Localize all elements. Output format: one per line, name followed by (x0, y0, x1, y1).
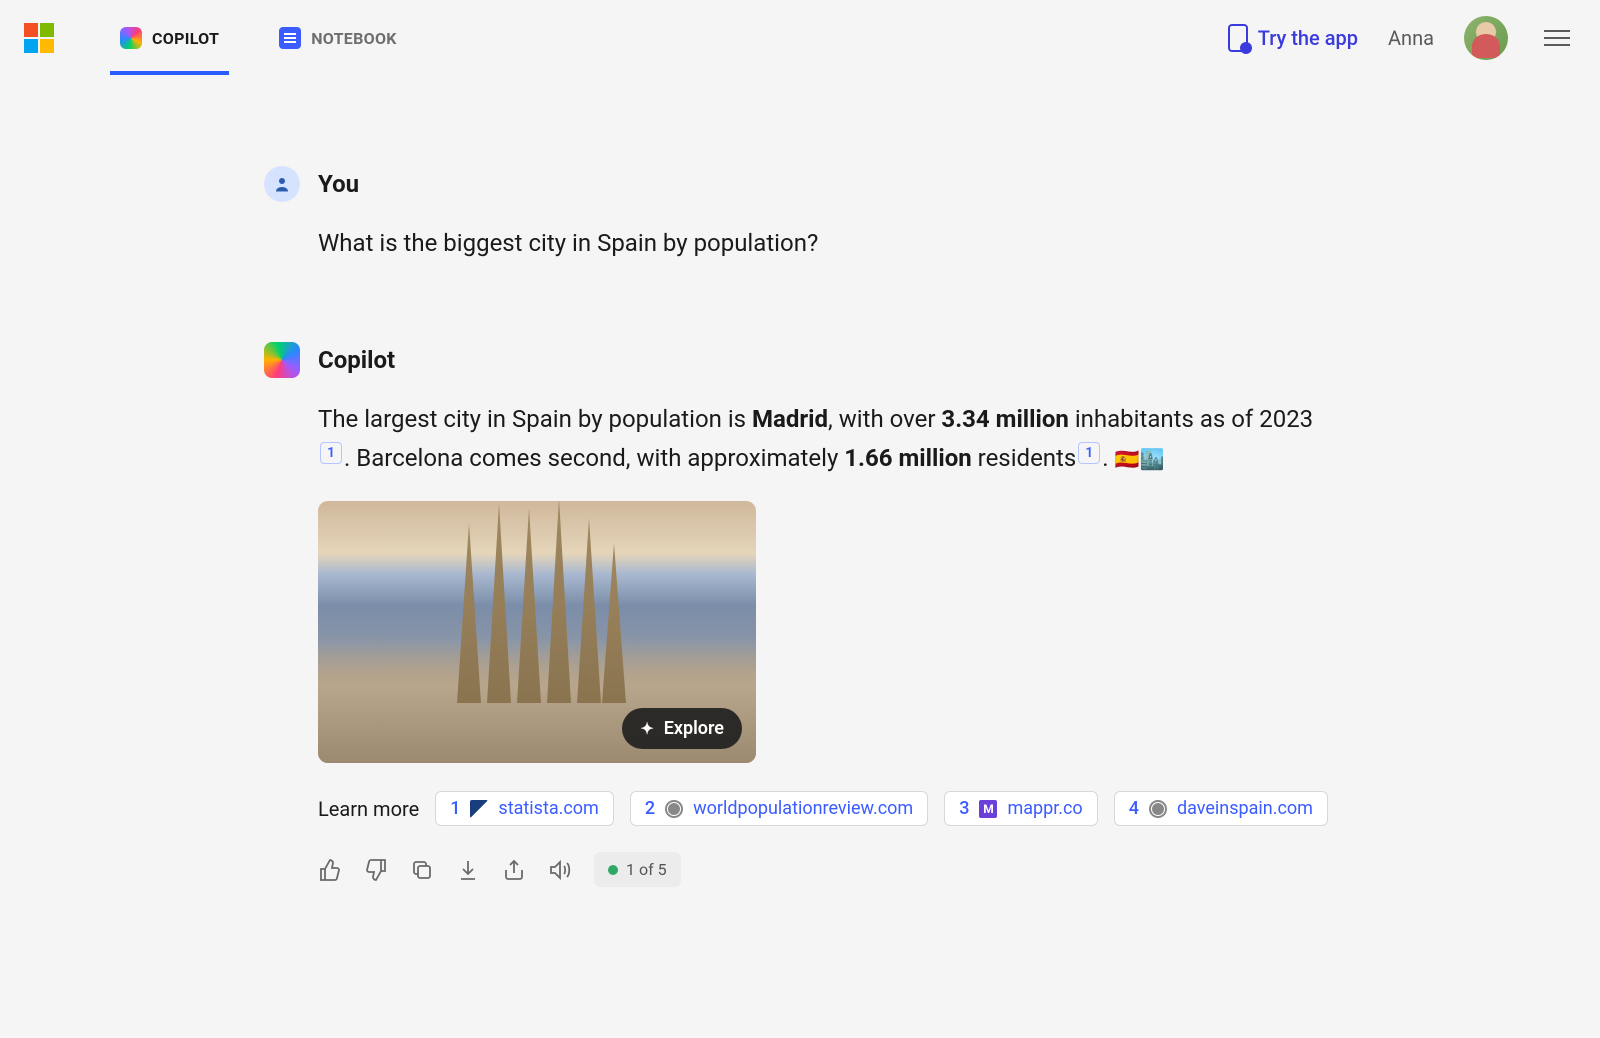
tab-copilot-label: COPILOT (152, 29, 219, 48)
notebook-icon (279, 27, 301, 49)
tab-copilot[interactable]: COPILOT (110, 1, 229, 75)
explore-label: Explore (664, 718, 724, 739)
emoji-flags: 🇪🇸🏙️ (1115, 447, 1165, 471)
counter-text: 1 of 5 (626, 860, 667, 879)
mappr-icon: M (979, 800, 997, 818)
source-chip-4[interactable]: 4 daveinspain.com (1114, 791, 1328, 826)
result-image[interactable]: Explore (318, 501, 756, 763)
read-aloud-button[interactable] (548, 858, 572, 882)
citation-1[interactable]: 1 (320, 442, 342, 464)
explore-button[interactable]: Explore (622, 708, 742, 749)
try-the-app-link[interactable]: Try the app (1228, 24, 1358, 52)
share-button[interactable] (502, 858, 526, 882)
user-message-text: What is the biggest city in Spain by pop… (318, 224, 1336, 262)
dislike-button[interactable] (364, 858, 388, 882)
message-header: You (264, 166, 1336, 202)
header-right: Try the app Anna (1228, 16, 1576, 60)
tab-notebook-label: NOTEBOOK (311, 29, 397, 48)
learn-more-label: Learn more (318, 797, 419, 821)
learn-more-row: Learn more 1 statista.com 2 worldpopulat… (318, 791, 1336, 826)
copy-button[interactable] (410, 858, 434, 882)
phone-icon (1228, 24, 1248, 52)
try-app-label: Try the app (1258, 26, 1358, 50)
statista-icon (470, 800, 488, 818)
message-header: Copilot (264, 342, 1336, 378)
nav-tabs: COPILOT NOTEBOOK (110, 1, 407, 75)
source-chip-1[interactable]: 1 statista.com (435, 791, 614, 826)
copilot-avatar-icon (264, 342, 300, 378)
menu-button[interactable] (1538, 24, 1576, 52)
microsoft-logo[interactable] (24, 23, 54, 53)
globe-icon (665, 800, 683, 818)
status-dot-icon (608, 865, 618, 875)
user-message: You What is the biggest city in Spain by… (264, 166, 1336, 262)
sender-name: You (318, 170, 359, 198)
avatar[interactable] (1464, 16, 1508, 60)
user-name: Anna (1388, 26, 1434, 50)
actions-row: 1 of 5 (318, 852, 1336, 887)
content: You What is the biggest city in Spain by… (240, 76, 1360, 1007)
header: COPILOT NOTEBOOK Try the app Anna (0, 0, 1600, 76)
assistant-message: Copilot The largest city in Spain by pop… (264, 342, 1336, 887)
globe-icon (1149, 800, 1167, 818)
copilot-icon (120, 27, 142, 49)
like-button[interactable] (318, 858, 342, 882)
assistant-response-text: The largest city in Spain by population … (318, 400, 1336, 477)
tab-notebook[interactable]: NOTEBOOK (269, 1, 407, 75)
citation-2[interactable]: 1 (1078, 442, 1100, 464)
sender-name: Copilot (318, 346, 395, 374)
source-chip-2[interactable]: 2 worldpopulationreview.com (630, 791, 928, 826)
source-chip-3[interactable]: 3 M mappr.co (944, 791, 1097, 826)
response-counter[interactable]: 1 of 5 (594, 852, 681, 887)
download-button[interactable] (456, 858, 480, 882)
user-avatar-icon (264, 166, 300, 202)
wand-icon (640, 718, 653, 739)
